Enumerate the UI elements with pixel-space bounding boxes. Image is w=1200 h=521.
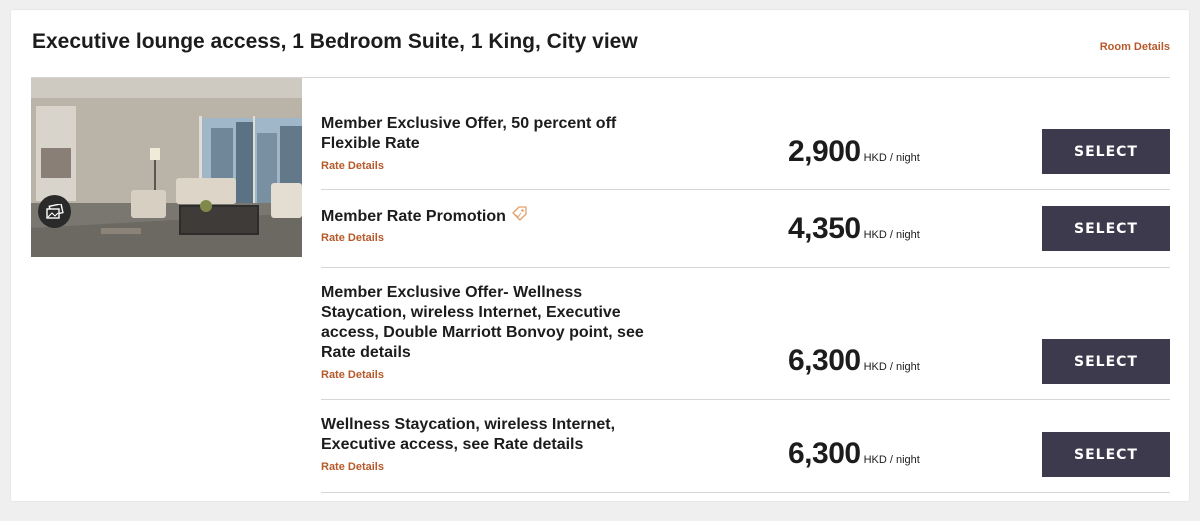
rate-row: Member Rate Promotion Rate Details 4,350… [321, 190, 1170, 268]
rate-name: Member Exclusive Offer, 50 percent off F… [321, 115, 617, 152]
rate-name: Member Rate Promotion [321, 206, 721, 228]
price-amount: 4,350 [788, 212, 861, 245]
gallery-button[interactable] [38, 195, 71, 228]
select-button[interactable]: SELECT [1042, 339, 1170, 384]
select-button[interactable]: SELECT [1042, 129, 1170, 174]
select-button[interactable]: SELECT [1042, 206, 1170, 251]
rate-details-link[interactable]: Rate Details [321, 461, 384, 473]
room-title: Executive lounge access, 1 Bedroom Suite… [32, 30, 638, 53]
gallery-icon [45, 203, 64, 219]
rate-details-link[interactable]: Rate Details [321, 232, 384, 244]
price-unit: HKD / night [863, 361, 920, 373]
price-unit: HKD / night [863, 152, 920, 164]
price-unit: HKD / night [863, 454, 920, 466]
room-card: Executive lounge access, 1 Bedroom Suite… [11, 10, 1189, 501]
room-photo[interactable] [31, 78, 302, 257]
rate-name: Wellness Staycation, wireless Internet, … [321, 416, 616, 453]
price-amount: 6,300 [788, 437, 861, 470]
rate-name: Member Exclusive Offer- Wellness Staycat… [321, 284, 644, 361]
rate-details-link[interactable]: Rate Details [321, 160, 384, 172]
rate-name-text: Member Rate Promotion [321, 208, 506, 226]
select-button[interactable]: SELECT [1042, 432, 1170, 477]
price-amount: 2,900 [788, 135, 861, 168]
rate-row: Wellness Staycation, wireless Internet, … [321, 400, 1170, 493]
rate-details-link[interactable]: Rate Details [321, 369, 384, 381]
price: 4,350 HKD / night [788, 212, 920, 246]
room-details-link[interactable]: Room Details [1100, 41, 1170, 53]
price: 6,300 HKD / night [788, 437, 920, 471]
price-unit: HKD / night [863, 229, 920, 241]
price-amount: 6,300 [788, 344, 861, 377]
rate-row: Member Exclusive Offer- Wellness Staycat… [321, 268, 1170, 400]
room-photo-image [31, 78, 302, 257]
rate-row: Member Exclusive Offer, 50 percent off F… [321, 78, 1170, 190]
tag-icon [510, 206, 528, 228]
price: 2,900 HKD / night [788, 135, 920, 169]
price: 6,300 HKD / night [788, 344, 920, 378]
